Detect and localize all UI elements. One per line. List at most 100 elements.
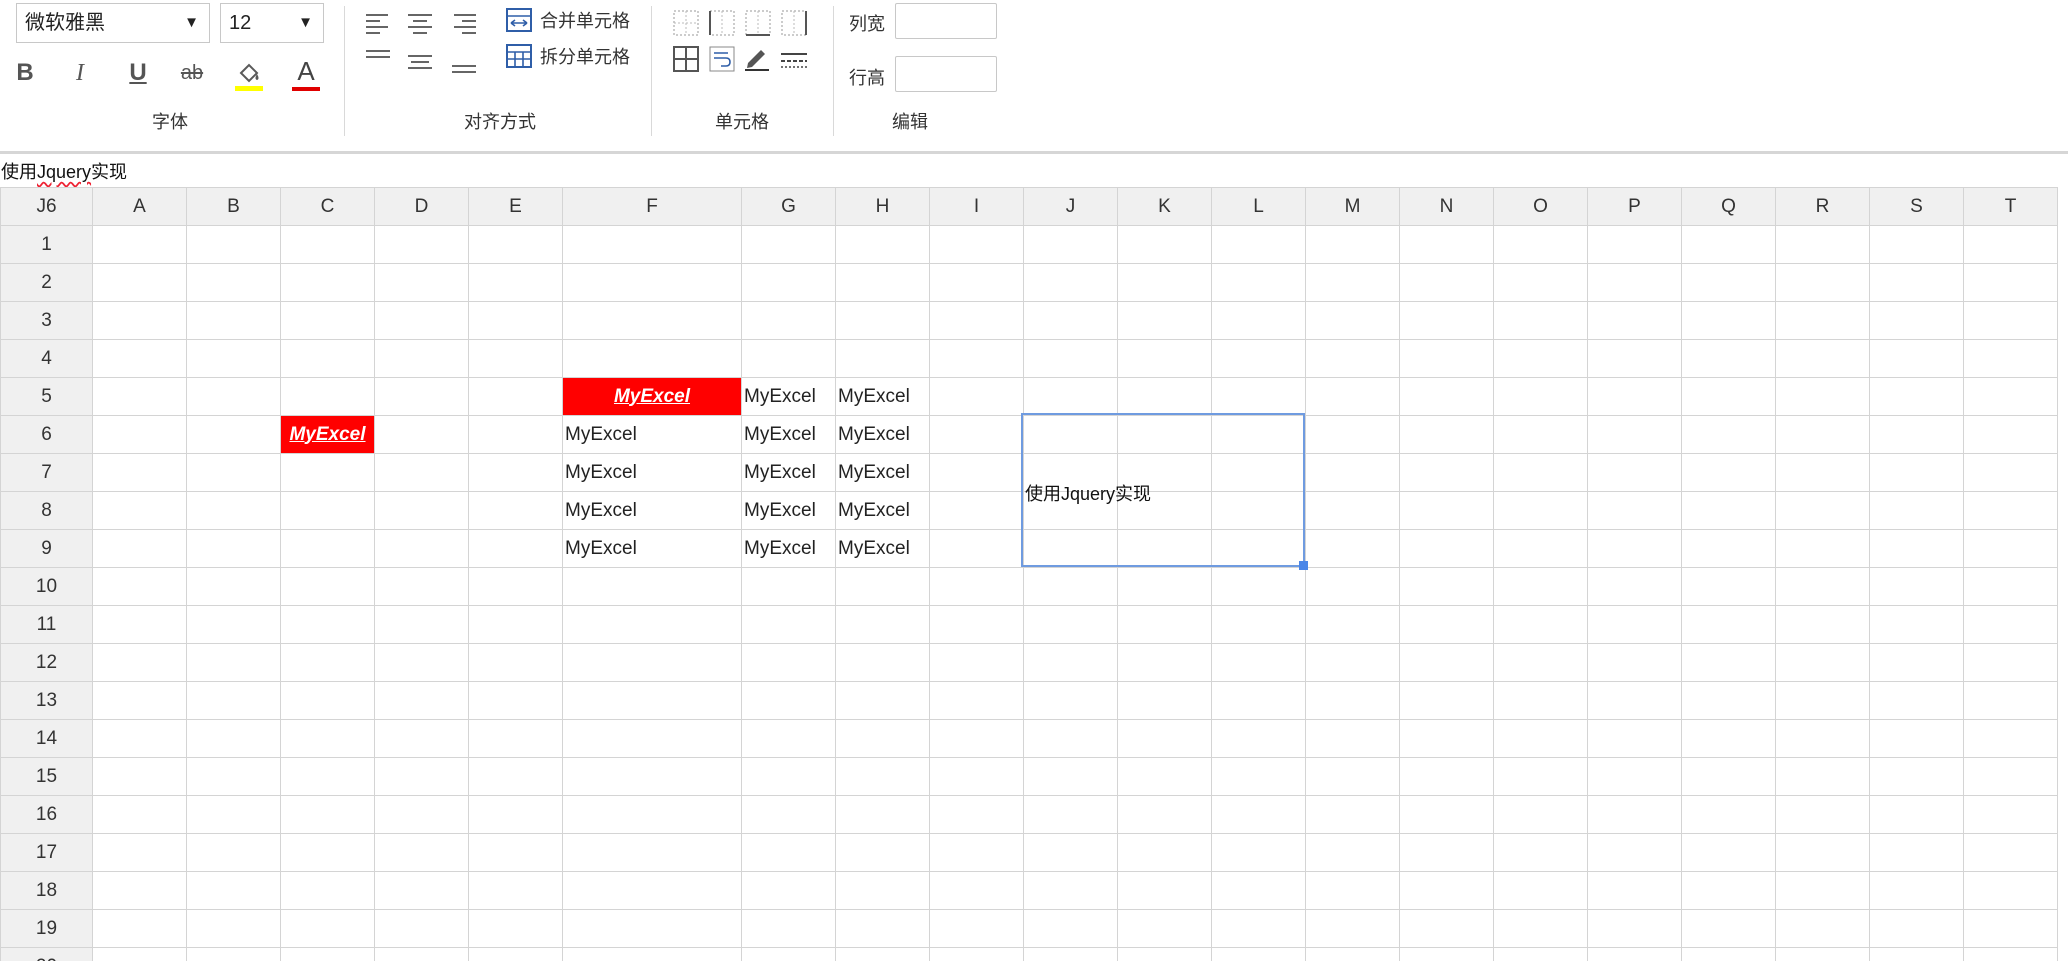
cell-a6[interactable] <box>92 415 187 454</box>
cell-l2[interactable] <box>1211 263 1306 302</box>
cell-i6[interactable] <box>929 415 1024 454</box>
column-header-p[interactable]: P <box>1587 187 1682 226</box>
column-header-g[interactable]: G <box>741 187 836 226</box>
cell-f3[interactable] <box>562 301 742 340</box>
pen-icon[interactable] <box>743 44 771 72</box>
cell-o12[interactable] <box>1493 643 1588 682</box>
cell-g20[interactable] <box>741 947 836 961</box>
cell-q6[interactable] <box>1681 415 1776 454</box>
cell-j10[interactable] <box>1023 567 1118 606</box>
row-header-8[interactable]: 8 <box>0 491 93 530</box>
cell-l4[interactable] <box>1211 339 1306 378</box>
cell-r8[interactable] <box>1775 491 1870 530</box>
cell-q16[interactable] <box>1681 795 1776 834</box>
cell-m2[interactable] <box>1305 263 1400 302</box>
cell-s1[interactable] <box>1869 225 1964 264</box>
cell-s15[interactable] <box>1869 757 1964 796</box>
cell-o8[interactable] <box>1493 491 1588 530</box>
cell-j20[interactable] <box>1023 947 1118 961</box>
row-header-15[interactable]: 15 <box>0 757 93 796</box>
cell-a8[interactable] <box>92 491 187 530</box>
cell-c6[interactable]: MyExcel <box>280 415 375 454</box>
cell-t2[interactable] <box>1963 263 2058 302</box>
cell-f17[interactable] <box>562 833 742 872</box>
cell-f20[interactable] <box>562 947 742 961</box>
underline-button[interactable]: U <box>118 53 158 93</box>
cell-c1[interactable] <box>280 225 375 264</box>
cell-c20[interactable] <box>280 947 375 961</box>
cell-r11[interactable] <box>1775 605 1870 644</box>
cell-r13[interactable] <box>1775 681 1870 720</box>
row-header-6[interactable]: 6 <box>0 415 93 454</box>
cell-l14[interactable] <box>1211 719 1306 758</box>
cell-k5[interactable] <box>1117 377 1212 416</box>
cell-c7[interactable] <box>280 453 375 492</box>
cell-h9[interactable]: MyExcel <box>835 529 930 568</box>
cell-j18[interactable] <box>1023 871 1118 910</box>
cell-l17[interactable] <box>1211 833 1306 872</box>
cell-n17[interactable] <box>1399 833 1494 872</box>
cell-r2[interactable] <box>1775 263 1870 302</box>
align-bottom-icon[interactable] <box>450 56 478 78</box>
cell-d13[interactable] <box>374 681 469 720</box>
cell-c11[interactable] <box>280 605 375 644</box>
cell-r5[interactable] <box>1775 377 1870 416</box>
cell-g17[interactable] <box>741 833 836 872</box>
cell-i20[interactable] <box>929 947 1024 961</box>
cell-l1[interactable] <box>1211 225 1306 264</box>
cell-c9[interactable] <box>280 529 375 568</box>
cell-i11[interactable] <box>929 605 1024 644</box>
cell-n15[interactable] <box>1399 757 1494 796</box>
cell-q9[interactable] <box>1681 529 1776 568</box>
cell-r10[interactable] <box>1775 567 1870 606</box>
column-header-e[interactable]: E <box>468 187 563 226</box>
cell-i5[interactable] <box>929 377 1024 416</box>
cell-c17[interactable] <box>280 833 375 872</box>
cell-c13[interactable] <box>280 681 375 720</box>
column-header-c[interactable]: C <box>280 187 375 226</box>
cell-d2[interactable] <box>374 263 469 302</box>
column-header-q[interactable]: Q <box>1681 187 1776 226</box>
cell-n3[interactable] <box>1399 301 1494 340</box>
cell-i3[interactable] <box>929 301 1024 340</box>
cell-a20[interactable] <box>92 947 187 961</box>
cell-c4[interactable] <box>280 339 375 378</box>
cell-n6[interactable] <box>1399 415 1494 454</box>
cell-e5[interactable] <box>468 377 563 416</box>
cell-g15[interactable] <box>741 757 836 796</box>
cell-m17[interactable] <box>1305 833 1400 872</box>
row-header-20[interactable]: 20 <box>0 947 93 961</box>
cell-i14[interactable] <box>929 719 1024 758</box>
cell-j2[interactable] <box>1023 263 1118 302</box>
cell-i4[interactable] <box>929 339 1024 378</box>
cell-h4[interactable] <box>835 339 930 378</box>
cell-p5[interactable] <box>1587 377 1682 416</box>
cell-p15[interactable] <box>1587 757 1682 796</box>
cell-o7[interactable] <box>1493 453 1588 492</box>
cell-k2[interactable] <box>1117 263 1212 302</box>
cell-q13[interactable] <box>1681 681 1776 720</box>
cell-t14[interactable] <box>1963 719 2058 758</box>
cell-f13[interactable] <box>562 681 742 720</box>
font-family-select[interactable]: 微软雅黑 ▼ <box>16 3 210 43</box>
cell-r9[interactable] <box>1775 529 1870 568</box>
cell-m4[interactable] <box>1305 339 1400 378</box>
cell-k16[interactable] <box>1117 795 1212 834</box>
cell-r17[interactable] <box>1775 833 1870 872</box>
column-header-l[interactable]: L <box>1211 187 1306 226</box>
cell-e12[interactable] <box>468 643 563 682</box>
cell-e10[interactable] <box>468 567 563 606</box>
cell-d4[interactable] <box>374 339 469 378</box>
cell-f2[interactable] <box>562 263 742 302</box>
cell-p14[interactable] <box>1587 719 1682 758</box>
cell-t20[interactable] <box>1963 947 2058 961</box>
cell-n16[interactable] <box>1399 795 1494 834</box>
cell-p20[interactable] <box>1587 947 1682 961</box>
cell-r18[interactable] <box>1775 871 1870 910</box>
cell-i10[interactable] <box>929 567 1024 606</box>
row-header-16[interactable]: 16 <box>0 795 93 834</box>
cell-q10[interactable] <box>1681 567 1776 606</box>
cell-m8[interactable] <box>1305 491 1400 530</box>
cell-k20[interactable] <box>1117 947 1212 961</box>
cell-l5[interactable] <box>1211 377 1306 416</box>
